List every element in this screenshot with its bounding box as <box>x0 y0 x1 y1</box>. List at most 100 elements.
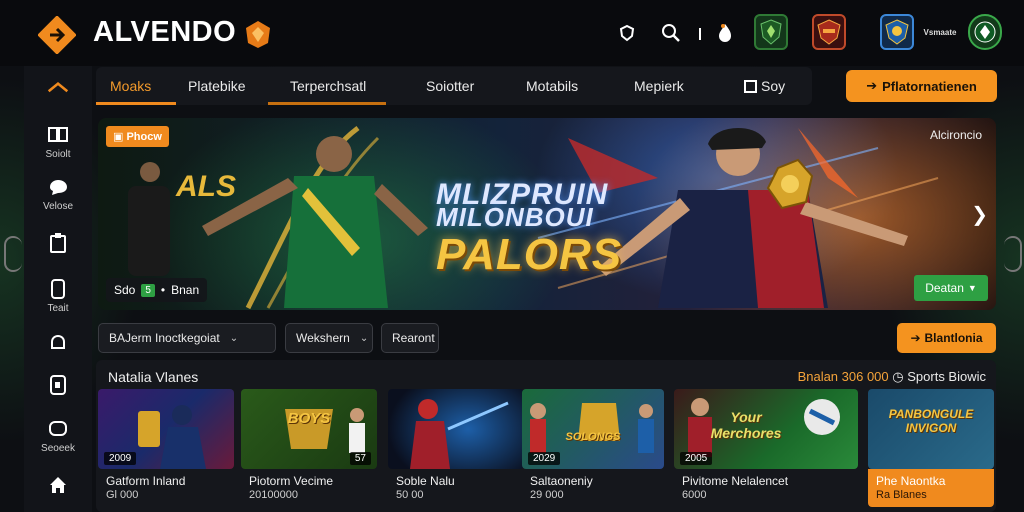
game-art-text: PANBONGULE INVIGON <box>888 407 974 435</box>
tab-moaks[interactable]: Moaks <box>110 67 151 105</box>
hero-scoreboard: Sdo 5 • Bnan <box>106 278 208 302</box>
fire-icon[interactable] <box>712 20 738 46</box>
game-card[interactable]: PANBONGULE INVIGON Phe Naontka Ra Blanes <box>868 389 994 507</box>
sidebar-item-5[interactable] <box>24 374 92 396</box>
top-cta-label: Pflatornatienen <box>882 78 977 94</box>
shield-outline-icon[interactable] <box>614 20 640 46</box>
tab-terperchsatl[interactable]: Terperchsatl <box>290 67 366 105</box>
chevron-down-icon: ▼ <box>967 283 977 293</box>
sidebar-item-1[interactable]: Velose <box>24 176 92 212</box>
phone-icon <box>47 278 69 300</box>
hero-title-line2: MILONBOUI <box>436 202 594 232</box>
info-icon[interactable] <box>690 20 710 46</box>
score-mid: 5 <box>141 283 155 297</box>
filter-cta-label: Blantlonia <box>924 331 983 345</box>
sidebar-item-7[interactable] <box>24 474 92 496</box>
games-sports-link[interactable]: Sports Biowic <box>907 369 986 384</box>
tab-label: Soy <box>761 78 786 94</box>
top-cta-button[interactable]: ➔ Pflatornatienen <box>846 70 997 102</box>
sidebar-item-6[interactable]: Seoeek <box>24 418 92 454</box>
chevron-right-icon[interactable]: ❯ <box>971 202 988 227</box>
arrow-right-icon: ➔ <box>866 78 878 93</box>
recent-button[interactable]: Rearont <box>381 323 439 353</box>
up-arrow-icon <box>47 76 69 98</box>
sidebar-item-3[interactable]: Teait <box>24 278 92 314</box>
hero-title-line3: PALORS <box>436 230 623 279</box>
games-summary: Bnalan 306 000 ◷ Sports Biowic <box>798 369 986 385</box>
game-sub: Gl 000 <box>106 489 139 501</box>
game-badge: 2005 <box>680 452 713 465</box>
sidebar-item-2[interactable] <box>24 232 92 254</box>
game-name: Phe Naontka <box>876 474 946 488</box>
hero-cta-button[interactable]: Deatan ▼ <box>914 275 988 301</box>
scroll-left-handle[interactable] <box>4 236 22 272</box>
top-header: ALVENDO Vsmaate <box>0 0 1024 66</box>
game-sub: 6000 <box>682 489 707 501</box>
tab-platebike[interactable]: Platebike <box>188 67 246 105</box>
chat-icon <box>47 176 69 198</box>
game-sub: 20100000 <box>249 489 298 501</box>
game-art-text: Your Merchores <box>710 409 782 441</box>
tab-soiotter[interactable]: Soiotter <box>426 67 474 105</box>
sidebar-item-label: Teait <box>47 303 69 314</box>
games-panel: Natalia Vlanes Bnalan 306 000 ◷ Sports B… <box>96 360 996 512</box>
category-select[interactable]: BAJerm Inoctkegoiat ⌄ <box>98 323 276 353</box>
category-select-value: BAJerm Inoctkegoiat <box>109 331 220 345</box>
square-icon <box>744 79 757 93</box>
clock-icon: ◷ <box>892 369 908 384</box>
game-badge: 2029 <box>528 452 561 465</box>
scroll-right-handle[interactable] <box>1004 236 1022 272</box>
main-nav: Moaks Platebike Terperchsatl Soiotter Mo… <box>96 67 812 105</box>
game-name: Pivitome Nelalencet <box>682 474 789 488</box>
sidebar-item-label: Seoeek <box>41 443 75 454</box>
filter-cta-button[interactable]: ➔ Blantlonia <box>897 323 996 353</box>
brand-name[interactable]: ALVENDO <box>93 16 236 49</box>
brand-logo-icon[interactable] <box>38 16 76 54</box>
game-sub: Ra Blanes <box>876 489 927 501</box>
game-card[interactable]: SOLONGS 2029 Saltaoneniy 29 000 <box>522 389 664 507</box>
sidebar-item-0[interactable]: Soiolt <box>24 124 92 160</box>
game-sub: 50 00 <box>396 489 424 501</box>
chevron-down-icon: ⌄ <box>359 332 369 344</box>
game-card[interactable]: BOYS 57 Piotorm Vecime 20100000 <box>241 389 377 507</box>
bell-icon <box>47 332 69 354</box>
game-name: Saltaoneniy <box>530 474 593 488</box>
week-select[interactable]: Wekshern ⌄ <box>285 323 373 353</box>
sidebar-item-home-arrow[interactable] <box>24 76 92 98</box>
tablet-icon <box>47 374 69 396</box>
bolt-icon: ➔ <box>910 331 921 345</box>
search-icon[interactable] <box>658 20 684 46</box>
score-left: Sdo <box>114 283 136 297</box>
left-sidebar: Soiolt Velose Teait Seoeek <box>24 66 92 512</box>
game-card[interactable]: Soble Nalu 50 00 <box>388 389 524 507</box>
game-badge: 2009 <box>104 452 137 465</box>
clipboard-icon <box>47 232 69 254</box>
hero-banner[interactable]: ▣ Phocw Alcironcio ALS MLIZPRUIN MILONBO… <box>98 118 996 310</box>
chevron-down-icon: ⌄ <box>229 332 239 344</box>
game-art-text: SOLONGS <box>565 431 621 443</box>
tab-motabils[interactable]: Motabils <box>526 67 578 105</box>
club-crest-red[interactable] <box>812 14 846 50</box>
game-art-icon <box>410 399 509 469</box>
cards-icon <box>47 124 69 146</box>
game-card[interactable]: Your Merchores 2005 Pivitome Nelalencet … <box>674 389 858 507</box>
club-crest-label[interactable]: Vsmaate <box>918 14 962 50</box>
club-crest-green-2[interactable] <box>968 14 1002 50</box>
game-name: Piotorm Vecime <box>249 474 334 488</box>
game-card[interactable]: 2009 Gatform Inland Gl 000 <box>98 389 234 507</box>
club-crest-green[interactable] <box>754 14 788 50</box>
sidebar-item-4[interactable] <box>24 332 92 354</box>
active-tab-indicator <box>96 102 176 105</box>
game-name: Gatform Inland <box>106 474 186 488</box>
hero-cta-label: Deatan <box>925 281 964 295</box>
tab-soy[interactable]: Soy <box>744 67 785 105</box>
tab-divider <box>268 102 386 105</box>
game-name: Soble Nalu <box>396 474 455 488</box>
game-thumbnail <box>388 389 524 469</box>
score-right: Bnan <box>171 283 200 297</box>
tab-mepierk[interactable]: Mepierk <box>634 67 684 105</box>
hero-side-text: ALS <box>176 170 236 203</box>
games-balance: Bnalan 306 000 <box>797 369 889 384</box>
club-crest-blue[interactable] <box>880 14 914 50</box>
week-select-value: Wekshern <box>296 331 350 345</box>
